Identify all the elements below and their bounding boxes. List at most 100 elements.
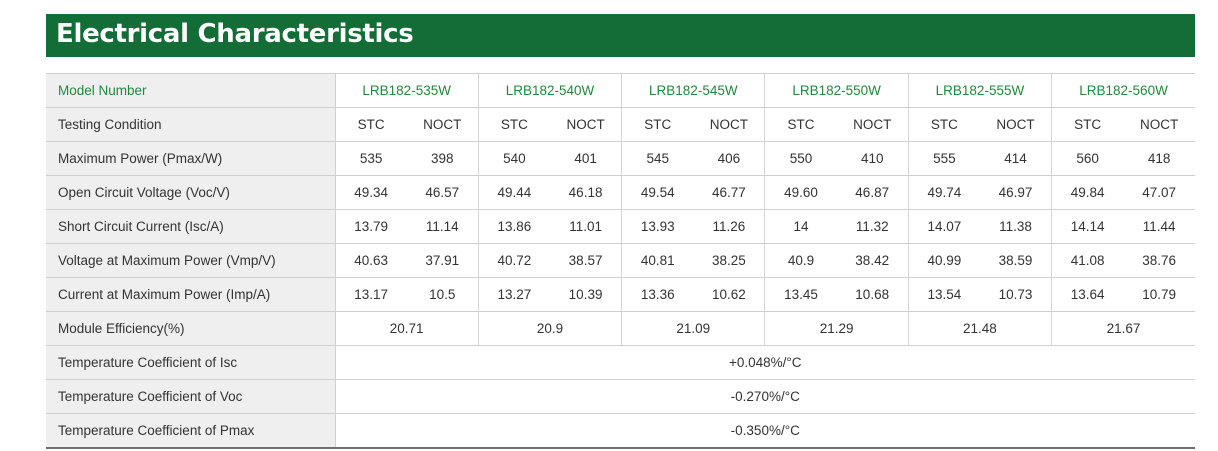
value-cell: 13.54 — [908, 277, 980, 312]
value-cell: 10.62 — [693, 277, 766, 312]
row-label: Temperature Coefficient of Pmax — [46, 413, 336, 449]
condition-cell: STC — [908, 107, 980, 142]
value-cell: 40.63 — [335, 243, 407, 278]
condition-cell: STC — [764, 107, 837, 142]
temperature-coefficient-row: Temperature Coefficient of Isc +0.048%/°C — [46, 345, 1195, 380]
value-cell: 540 — [478, 141, 550, 176]
page-title: Electrical Characteristics — [56, 19, 414, 49]
efficiency-cell: 20.71 — [335, 311, 479, 346]
value-cell: 40.9 — [764, 243, 837, 278]
value-cell: 40.81 — [621, 243, 694, 278]
model-name: LRB182-545W — [621, 73, 766, 108]
row-label: Temperature Coefficient of Voc — [46, 379, 336, 414]
value-cell: 49.44 — [478, 175, 550, 210]
temperature-coefficient-row: Temperature Coefficient of Pmax -0.350%/°… — [46, 413, 1195, 449]
model-name: LRB182-535W — [335, 73, 479, 108]
value-cell: 10.73 — [979, 277, 1053, 312]
value-cell: 46.77 — [693, 175, 766, 210]
value-cell: 10.68 — [836, 277, 909, 312]
value-cell: 46.97 — [979, 175, 1053, 210]
value-cell: 13.45 — [764, 277, 837, 312]
value-cell: 560 — [1051, 141, 1124, 176]
efficiency-cell: 21.09 — [621, 311, 766, 346]
value-cell: 550 — [764, 141, 837, 176]
value-cell: 49.60 — [764, 175, 837, 210]
value-cell: 41.08 — [1051, 243, 1124, 278]
coefficient-value: -0.270%/°C — [335, 379, 1195, 414]
row-label: Temperature Coefficient of Isc — [46, 345, 336, 380]
condition-cell: STC — [621, 107, 694, 142]
model-name: LRB182-560W — [1051, 73, 1195, 108]
value-cell: 11.01 — [550, 209, 623, 244]
value-cell: 46.57 — [406, 175, 479, 210]
value-cell: 49.34 — [335, 175, 407, 210]
condition-cell: NOCT — [693, 107, 766, 142]
value-cell: 414 — [979, 141, 1053, 176]
value-cell: 49.54 — [621, 175, 694, 210]
electrical-characteristics-table: Model Number LRB182-535W LRB182-540W LRB… — [46, 73, 1195, 449]
row-label: Voltage at Maximum Power (Vmp/V) — [46, 243, 336, 278]
condition-cell: NOCT — [836, 107, 909, 142]
value-cell: 11.44 — [1123, 209, 1195, 244]
value-cell: 38.42 — [836, 243, 909, 278]
value-cell: 13.86 — [478, 209, 550, 244]
value-cell: 46.18 — [550, 175, 623, 210]
value-cell: 49.84 — [1051, 175, 1124, 210]
condition-cell: STC — [478, 107, 550, 142]
condition-cell: NOCT — [406, 107, 479, 142]
model-number-row: Model Number LRB182-535W LRB182-540W LRB… — [46, 73, 1195, 108]
temperature-coefficient-row: Temperature Coefficient of Voc -0.270%/°C — [46, 379, 1195, 414]
row-label: Open Circuit Voltage (Voc/V) — [46, 175, 336, 210]
data-row: Maximum Power (Pmax/W) 535 398 540 401 545 406… — [46, 141, 1195, 176]
value-cell: 10.79 — [1123, 277, 1195, 312]
value-cell: 13.79 — [335, 209, 407, 244]
data-row: Current at Maximum Power (Imp/A) 13.17 10.… — [46, 277, 1195, 312]
efficiency-cell: 21.67 — [1051, 311, 1195, 346]
value-cell: 535 — [335, 141, 407, 176]
model-name: LRB182-540W — [478, 73, 623, 108]
data-row: Voltage at Maximum Power (Vmp/V) 40.63 37.… — [46, 243, 1195, 278]
value-cell: 401 — [550, 141, 623, 176]
value-cell: 13.64 — [1051, 277, 1124, 312]
condition-cell: NOCT — [550, 107, 623, 142]
value-cell: 11.38 — [979, 209, 1053, 244]
efficiency-cell: 21.29 — [764, 311, 909, 346]
model-name: LRB182-555W — [908, 73, 1053, 108]
value-cell: 13.17 — [335, 277, 407, 312]
value-cell: 398 — [406, 141, 479, 176]
efficiency-cell: 20.9 — [478, 311, 623, 346]
value-cell: 555 — [908, 141, 980, 176]
value-cell: 47.07 — [1123, 175, 1195, 210]
value-cell: 38.25 — [693, 243, 766, 278]
value-cell: 418 — [1123, 141, 1195, 176]
row-label: Model Number — [46, 73, 336, 108]
value-cell: 10.5 — [406, 277, 479, 312]
value-cell: 38.76 — [1123, 243, 1195, 278]
row-label: Current at Maximum Power (Imp/A) — [46, 277, 336, 312]
value-cell: 37.91 — [406, 243, 479, 278]
row-label: Maximum Power (Pmax/W) — [46, 141, 336, 176]
value-cell: 40.99 — [908, 243, 980, 278]
value-cell: 14.14 — [1051, 209, 1124, 244]
condition-cell: STC — [335, 107, 407, 142]
value-cell: 406 — [693, 141, 766, 176]
value-cell: 13.27 — [478, 277, 550, 312]
value-cell: 40.72 — [478, 243, 550, 278]
testing-condition-row: Testing Condition STC NOCT STC NOCT STC NOCT ST… — [46, 107, 1195, 142]
data-row: Open Circuit Voltage (Voc/V) 49.34 46.57 49… — [46, 175, 1195, 210]
value-cell: 38.57 — [550, 243, 623, 278]
value-cell: 10.39 — [550, 277, 623, 312]
coefficient-value: +0.048%/°C — [335, 345, 1195, 380]
value-cell: 13.36 — [621, 277, 694, 312]
row-label: Short Circuit Current (Isc/A) — [46, 209, 336, 244]
value-cell: 11.26 — [693, 209, 766, 244]
data-row: Short Circuit Current (Isc/A) 13.79 11.14 1… — [46, 209, 1195, 244]
condition-cell: NOCT — [1123, 107, 1195, 142]
value-cell: 11.14 — [406, 209, 479, 244]
efficiency-cell: 21.48 — [908, 311, 1053, 346]
row-label: Module Efficiency(%) — [46, 311, 336, 346]
row-label: Testing Condition — [46, 107, 336, 142]
condition-cell: NOCT — [979, 107, 1053, 142]
coefficient-value: -0.350%/°C — [335, 413, 1195, 449]
value-cell: 545 — [621, 141, 694, 176]
